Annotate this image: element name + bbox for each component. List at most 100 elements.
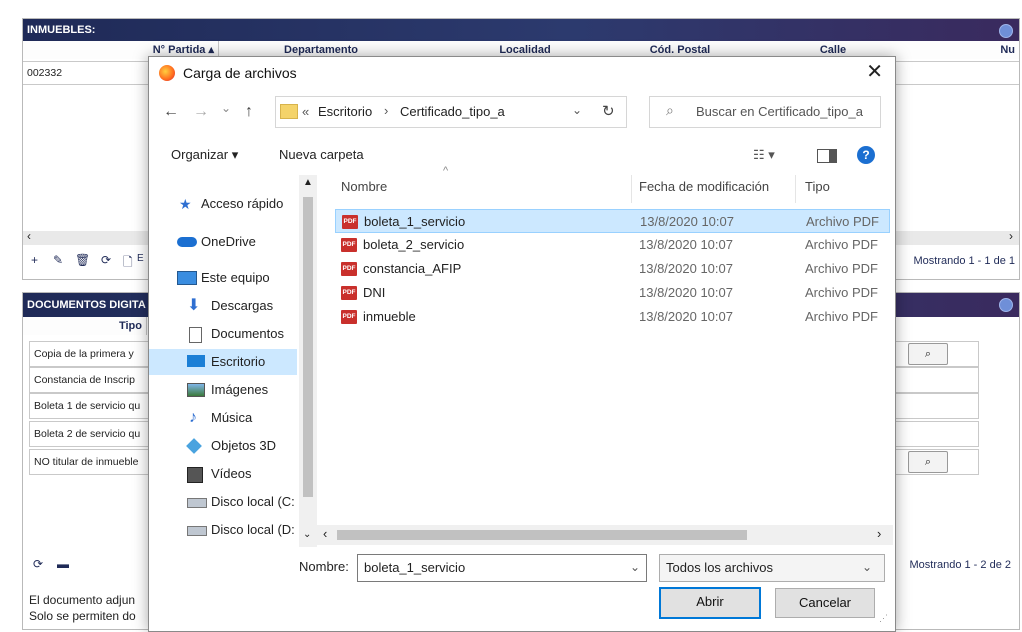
refresh-icon[interactable]: ⟳ xyxy=(33,557,43,571)
scroll-down-icon[interactable]: ⌄ xyxy=(303,529,311,540)
sidebar-item-drive-c[interactable]: Disco local (C: xyxy=(149,489,297,515)
file-list-hscroll[interactable]: ‹ › xyxy=(317,525,893,545)
sidebar-label: Disco local (C: xyxy=(211,494,295,509)
file-row-dni[interactable]: PDF DNI 13/8/2020 10:07 Archivo PDF xyxy=(335,281,890,305)
sidebar-item-3d-objects[interactable]: Objetos 3D xyxy=(149,433,297,459)
refresh-icon[interactable]: ⟳ xyxy=(101,253,111,267)
search-box[interactable]: ⌕ Buscar en Certificado_tipo_a xyxy=(649,96,881,128)
panel-settings-icon[interactable] xyxy=(999,24,1013,38)
sidebar-item-desktop[interactable]: Escritorio xyxy=(149,349,297,375)
resize-grip-icon[interactable]: ⋰ xyxy=(879,613,888,624)
doc-row-label: Copia de la primera y xyxy=(34,348,134,360)
navigation-pane: ★ Acceso rápido OneDrive Este equipo ⬇ D… xyxy=(149,175,317,545)
chevron-down-icon[interactable]: ⌄ xyxy=(630,554,640,580)
scroll-right-icon[interactable]: › xyxy=(877,526,881,541)
scroll-right-icon[interactable]: › xyxy=(1009,229,1013,243)
col-modified[interactable]: Fecha de modificación xyxy=(639,179,769,194)
pdf-icon: PDF xyxy=(341,238,357,252)
partial-label: E xyxy=(137,253,144,264)
inmuebles-pager: Mostrando 1 - 1 de 1 xyxy=(913,255,1015,267)
scroll-thumb[interactable] xyxy=(303,197,313,497)
file-row-inmueble[interactable]: PDF inmueble 13/8/2020 10:07 Archivo PDF xyxy=(335,305,890,329)
download-icon: ⬇ xyxy=(187,297,201,314)
col-name[interactable]: Nombre xyxy=(341,179,387,194)
preview-pane-icon[interactable] xyxy=(817,149,837,163)
doc-row-label: Boleta 2 de servicio qu xyxy=(34,428,141,440)
up-icon[interactable]: ↑ xyxy=(245,103,253,121)
sidebar-item-drive-d[interactable]: Disco local (D: xyxy=(149,517,297,543)
file-type-filter[interactable]: Todos los archivos ⌄ xyxy=(659,554,885,582)
sidebar-label: Acceso rápido xyxy=(201,196,284,211)
scroll-thumb[interactable] xyxy=(337,530,747,540)
close-icon[interactable]: ✕ xyxy=(866,59,883,84)
file-name: boleta_1_servicio xyxy=(364,214,466,229)
search-doc-button[interactable]: ⌕ xyxy=(908,451,948,473)
partida-cell: 002332 xyxy=(27,67,63,79)
documentos-pager: Mostrando 1 - 2 de 2 xyxy=(909,559,1011,571)
cancel-button[interactable]: Cancelar xyxy=(775,588,875,618)
sidebar-item-images[interactable]: Imágenes xyxy=(149,377,297,403)
music-icon: ♪ xyxy=(189,409,197,426)
doc-row-label: Boleta 1 de servicio qu xyxy=(34,400,141,412)
sidebar-label: Disco local (D: xyxy=(211,522,295,537)
drive-icon xyxy=(187,498,207,508)
copy-icon[interactable]: 🗋 xyxy=(123,253,133,274)
filename-input[interactable]: boleta_1_servicio ⌄ xyxy=(357,554,647,582)
sidebar-label: Imágenes xyxy=(211,382,269,397)
file-name: DNI xyxy=(363,285,386,300)
sidebar-item-documents[interactable]: Documentos xyxy=(149,321,297,347)
doc-row-label: NO titular de inmueble xyxy=(34,456,139,468)
sidebar-item-music[interactable]: ♪ Música xyxy=(149,405,297,431)
sidebar-item-onedrive[interactable]: OneDrive xyxy=(149,229,297,255)
file-name: inmueble xyxy=(363,309,416,324)
sidebar-item-videos[interactable]: Vídeos xyxy=(149,461,297,487)
organize-menu[interactable]: Organizar ▾ xyxy=(171,147,238,163)
address-dropdown-icon[interactable]: ⌄ xyxy=(572,103,582,117)
refresh-icon[interactable]: ↻ xyxy=(602,102,615,120)
col-tipo[interactable]: Tipo xyxy=(23,317,147,335)
new-folder-button[interactable]: Nueva carpeta xyxy=(279,147,364,162)
scroll-up-icon[interactable]: ▲ xyxy=(303,177,313,188)
file-date: 13/8/2020 10:07 xyxy=(639,285,733,300)
forward-icon[interactable]: → xyxy=(193,103,209,121)
breadcrumb-escritorio[interactable]: Escritorio xyxy=(318,104,372,119)
chevron-down-icon[interactable]: ⌄ xyxy=(862,554,872,580)
print-icon[interactable]: ▬ xyxy=(57,557,69,571)
file-type: Archivo PDF xyxy=(805,285,878,300)
file-row-boleta-1[interactable]: PDF boleta_1_servicio 13/8/2020 10:07 Ar… xyxy=(335,209,890,233)
breadcrumb-certificado[interactable]: Certificado_tipo_a xyxy=(400,104,505,119)
computer-icon xyxy=(177,271,197,285)
inmuebles-header: INMUEBLES: xyxy=(23,19,1019,41)
delete-icon[interactable]: 🗑 xyxy=(75,253,90,267)
file-name: constancia_AFIP xyxy=(363,261,462,276)
add-icon[interactable]: + xyxy=(31,253,38,267)
help-icon[interactable]: ? xyxy=(857,146,875,164)
address-bar[interactable]: « Escritorio › Certificado_tipo_a ⌄ ↻ xyxy=(275,96,627,128)
sidebar-item-quick-access[interactable]: ★ Acceso rápido xyxy=(149,191,297,217)
col-type[interactable]: Tipo xyxy=(805,179,830,194)
scroll-left-icon[interactable]: ‹ xyxy=(27,229,31,243)
sidebar-label: OneDrive xyxy=(201,234,256,249)
sidebar-item-downloads[interactable]: ⬇ Descargas xyxy=(149,293,297,319)
file-date: 13/8/2020 10:07 xyxy=(639,309,733,324)
scroll-left-icon[interactable]: ‹ xyxy=(323,526,327,541)
sidebar-item-this-pc[interactable]: Este equipo xyxy=(149,265,297,291)
search-doc-button[interactable]: ⌕ xyxy=(908,343,948,365)
doc-row-label: Constancia de Inscrip xyxy=(34,374,135,386)
file-row-boleta-2[interactable]: PDF boleta_2_servicio 13/8/2020 10:07 Ar… xyxy=(335,233,890,257)
pdf-icon: PDF xyxy=(342,215,358,229)
recent-locations-icon[interactable]: ⌄ xyxy=(221,101,231,115)
inmuebles-title: INMUEBLES: xyxy=(27,24,96,36)
panel-settings-icon[interactable] xyxy=(999,298,1013,312)
view-options-icon[interactable]: ☷ ▾ xyxy=(753,147,775,163)
file-row-constancia[interactable]: PDF constancia_AFIP 13/8/2020 10:07 Arch… xyxy=(335,257,890,281)
firefox-icon xyxy=(159,65,175,81)
sidebar-label: Escritorio xyxy=(211,354,266,369)
col-nu[interactable]: Nu xyxy=(933,41,1019,59)
navigation-scrollbar[interactable]: ▲ ⌄ xyxy=(299,175,317,547)
open-button[interactable]: Abrir xyxy=(659,587,761,619)
edit-icon[interactable]: ✎ xyxy=(53,253,63,267)
back-icon[interactable]: ← xyxy=(163,103,179,121)
star-icon: ★ xyxy=(179,196,192,212)
pdf-icon: PDF xyxy=(341,310,357,324)
